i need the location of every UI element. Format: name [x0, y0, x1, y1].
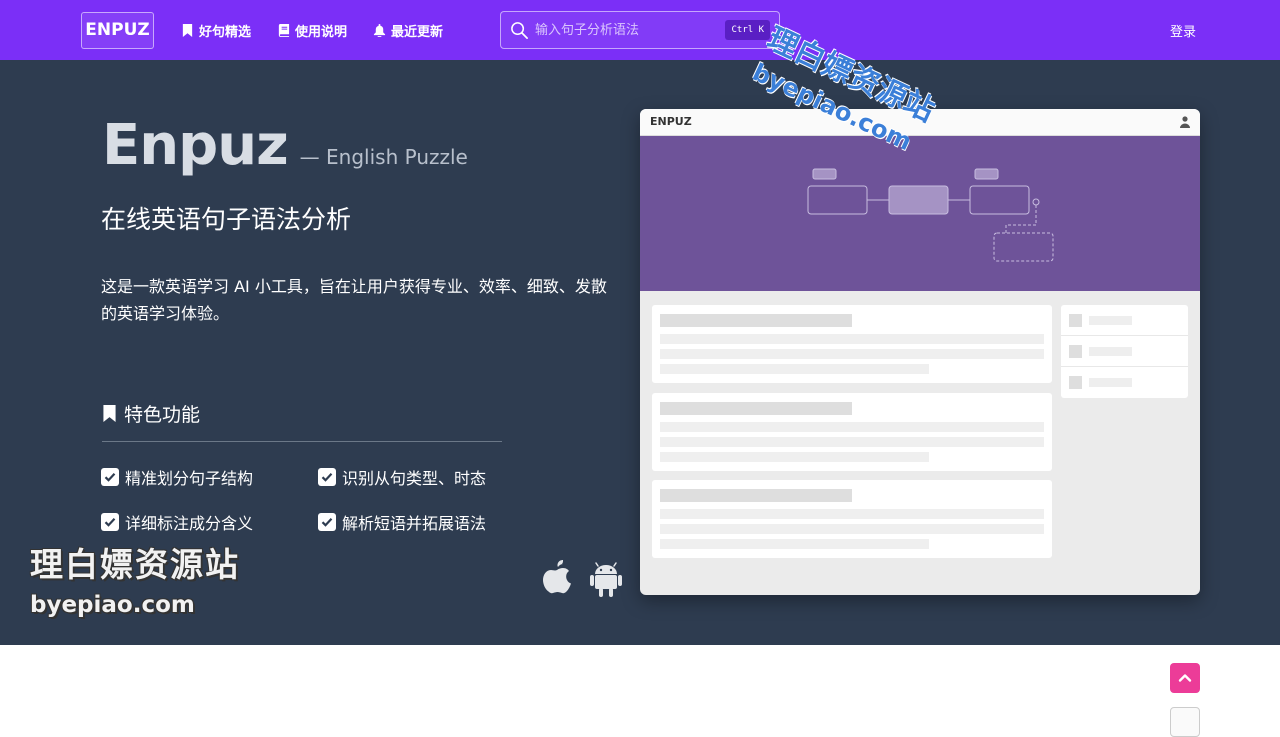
nav-item-label: 使用说明 — [295, 24, 348, 40]
preview-sidebar-row — [1061, 336, 1188, 367]
features-heading-label: 特色功能 — [124, 404, 201, 426]
preview-sidebar-row — [1061, 305, 1188, 336]
book-icon — [278, 23, 290, 37]
features-heading: 特色功能 — [102, 400, 200, 427]
hero-title-main: Enpuz — [102, 113, 289, 178]
preview-title: ENPUZ — [650, 115, 692, 128]
preview-card — [652, 393, 1052, 471]
search-input[interactable] — [535, 20, 725, 40]
bell-icon — [373, 23, 386, 37]
bookmark-icon — [182, 23, 193, 37]
watermark-url: byepiao.com — [30, 592, 195, 618]
checkbox-checked-icon — [318, 513, 336, 531]
user-icon — [1180, 116, 1190, 128]
search-icon — [511, 22, 528, 39]
feature-item: 解析短语并拓展语法 — [318, 510, 486, 534]
search-shortcut-badge: Ctrl K — [725, 20, 770, 40]
preview-sidebar — [1061, 305, 1188, 398]
preview-sidebar-row — [1061, 367, 1188, 398]
hero-title-suffix: — English Puzzle — [299, 145, 468, 169]
features-divider — [102, 441, 502, 442]
preview-banner — [640, 136, 1200, 291]
chevron-up-icon — [1178, 674, 1192, 682]
bookmark-icon — [103, 405, 116, 422]
nav-item-label: 最近更新 — [391, 24, 444, 40]
secondary-floating-button[interactable] — [1170, 707, 1200, 737]
nav-item-featured-sentences[interactable]: 好句精选 — [181, 20, 251, 40]
feature-item: 精准划分句子结构 — [101, 465, 253, 489]
top-navbar: ENPUZ 好句精选 使用说明 最近更新 Ctrl K 登录 — [0, 0, 1280, 60]
hero-description: 这是一款英语学习 AI 小工具，旨在让用户获得专业、效率、细致、发散的英语学习体… — [101, 277, 607, 323]
hero-section: Enpuz — English Puzzle 在线英语句子语法分析 这是一款英语… — [0, 60, 1280, 645]
nav-item-recent-updates[interactable]: 最近更新 — [373, 20, 443, 40]
checkbox-checked-icon — [318, 468, 336, 486]
preview-card — [652, 305, 1052, 383]
back-to-top-button[interactable] — [1170, 663, 1200, 693]
search-box[interactable]: Ctrl K — [500, 11, 780, 49]
apple-icon[interactable] — [541, 560, 573, 598]
checkbox-checked-icon — [101, 513, 119, 531]
hero-title: Enpuz — English Puzzle — [102, 113, 468, 178]
app-preview-window: ENPUZ — [640, 109, 1200, 595]
feature-item: 详细标注成分含义 — [101, 510, 253, 534]
checkbox-checked-icon — [101, 468, 119, 486]
preview-card — [652, 480, 1052, 558]
sentence-diagram-illustration — [807, 168, 1054, 262]
brand-logo[interactable]: ENPUZ — [81, 12, 154, 49]
android-icon[interactable] — [590, 560, 622, 598]
login-link[interactable]: 登录 — [1170, 21, 1196, 40]
feature-label: 详细标注成分含义 — [125, 514, 254, 533]
nav-item-label: 好句精选 — [199, 24, 252, 40]
feature-label: 精准划分句子结构 — [125, 469, 254, 488]
nav-item-instructions[interactable]: 使用说明 — [277, 20, 347, 40]
feature-item: 识别从句类型、时态 — [318, 465, 486, 489]
feature-label: 解析短语并拓展语法 — [342, 514, 487, 533]
hero-subtitle: 在线英语句子语法分析 — [101, 205, 352, 234]
watermark-cn: 理白嫖资源站 — [30, 545, 240, 584]
feature-label: 识别从句类型、时态 — [342, 469, 487, 488]
